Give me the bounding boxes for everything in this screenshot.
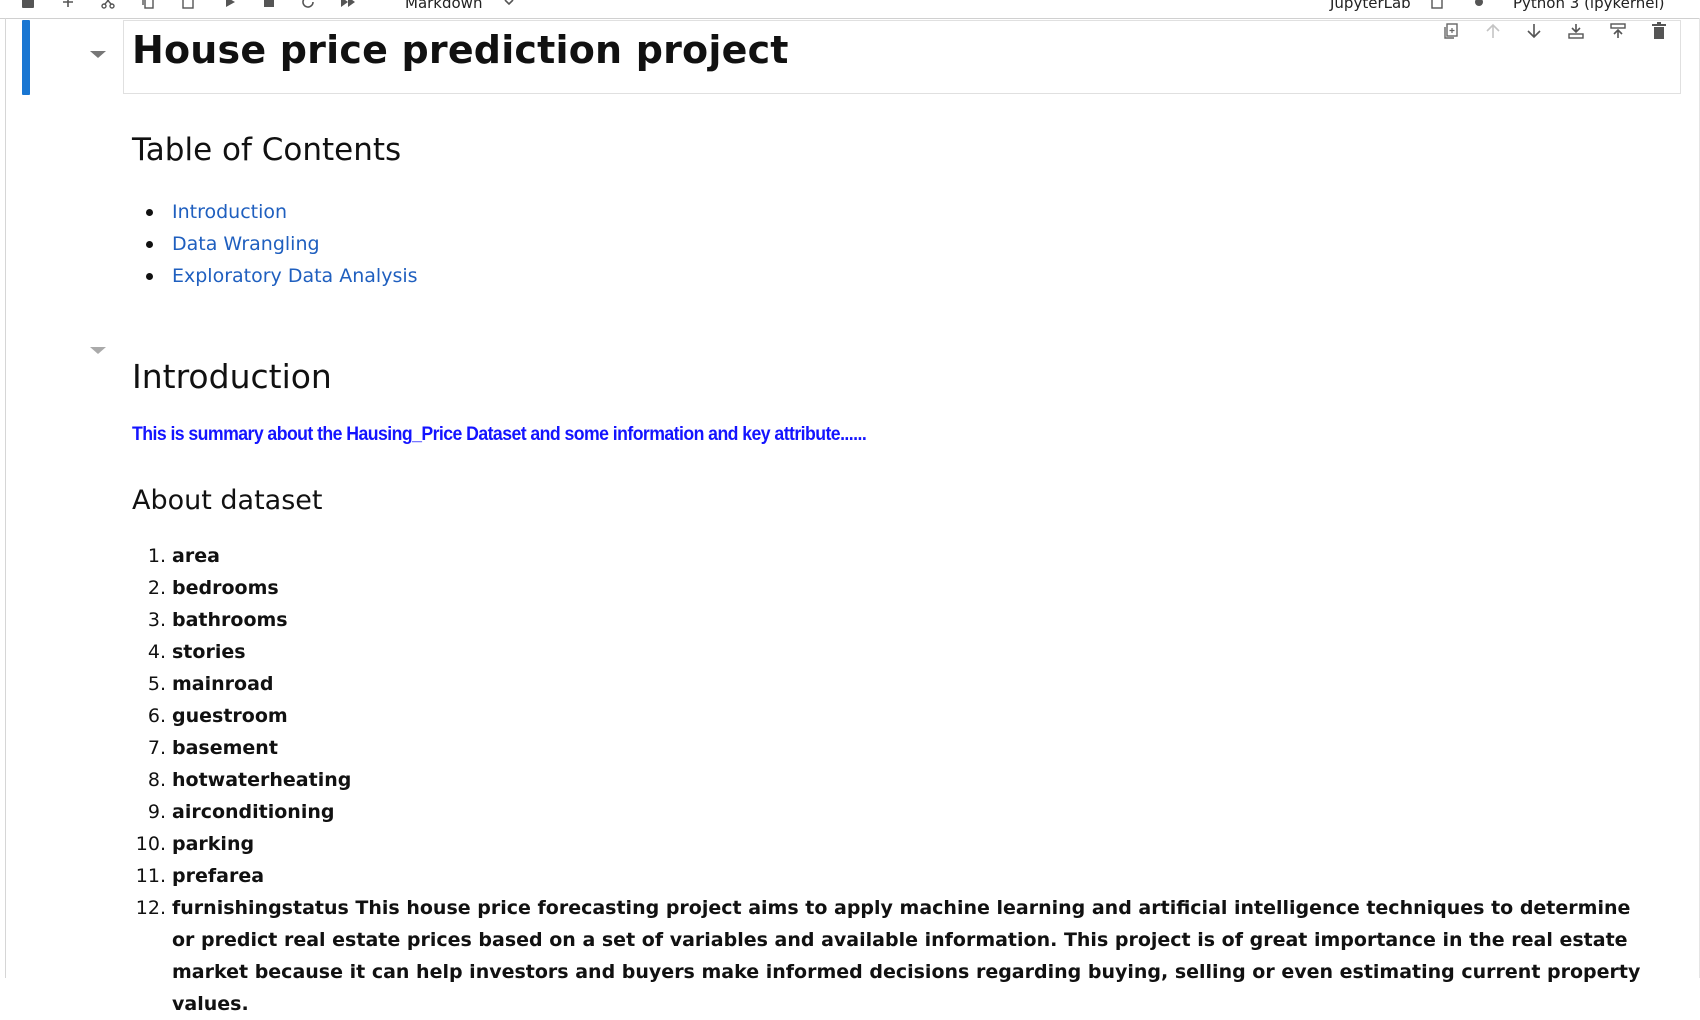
- insert-above-icon[interactable]: [1555, 18, 1597, 44]
- cell-type-select[interactable]: Markdown: [405, 0, 482, 12]
- run-icon[interactable]: [218, 0, 242, 14]
- attribute-label: airconditioning: [172, 801, 335, 823]
- chevron-down-icon[interactable]: [497, 0, 521, 14]
- list-item: 4. stories: [132, 636, 1642, 668]
- toc-link-eda[interactable]: Exploratory Data Analysis: [172, 265, 418, 287]
- list-number: 7.: [147, 737, 166, 759]
- copy-icon[interactable]: [136, 0, 160, 14]
- list-item: 6. guestroom: [132, 700, 1642, 732]
- list-item: 9. airconditioning: [132, 796, 1642, 828]
- toc-item: Exploratory Data Analysis: [132, 260, 418, 292]
- move-down-icon[interactable]: [1513, 18, 1555, 44]
- list-number: 6.: [147, 705, 166, 727]
- toc-link-introduction[interactable]: Introduction: [172, 201, 287, 223]
- list-number: 1.: [147, 545, 166, 567]
- list-number: 3.: [147, 609, 166, 631]
- paste-icon[interactable]: [176, 0, 200, 14]
- list-number: 2.: [147, 577, 166, 599]
- intro-summary: This is summary about the Hausing_Price …: [132, 424, 867, 445]
- list-number: 4.: [147, 641, 166, 663]
- toc-item: Introduction: [132, 196, 418, 228]
- list-number: 5.: [147, 673, 166, 695]
- settings-icon[interactable]: [1467, 0, 1491, 14]
- stop-icon[interactable]: [257, 0, 281, 14]
- attribute-label: basement: [172, 737, 278, 759]
- active-cell-indicator[interactable]: [22, 20, 30, 95]
- list-item: 3. bathrooms: [132, 604, 1642, 636]
- about-heading: About dataset: [132, 485, 323, 516]
- kernel-name[interactable]: Python 3 (ipykernel): [1513, 0, 1665, 12]
- insert-below-icon[interactable]: [1597, 18, 1639, 44]
- toc-link-data-wrangling[interactable]: Data Wrangling: [172, 233, 320, 255]
- list-number: 11.: [135, 865, 166, 887]
- list-item: 5. mainroad: [132, 668, 1642, 700]
- attribute-label: hotwaterheating: [172, 769, 352, 791]
- list-item: 7. basement: [132, 732, 1642, 764]
- attribute-label: area: [172, 545, 220, 567]
- list-number: 9.: [147, 801, 166, 823]
- move-up-icon[interactable]: [1472, 18, 1514, 44]
- attribute-label: mainroad: [172, 673, 274, 695]
- section-collapse-icon[interactable]: [90, 347, 106, 354]
- collapse-toggle-icon[interactable]: [90, 51, 106, 58]
- attribute-label: parking: [172, 833, 255, 855]
- page-left-border: [5, 18, 6, 978]
- attribute-label: stories: [172, 641, 246, 663]
- attribute-label: furnishingstatus This house price foreca…: [172, 897, 1641, 1015]
- toc-heading: Table of Contents: [132, 132, 402, 168]
- list-number: 10.: [135, 833, 166, 855]
- cell-toolbar: [1430, 18, 1680, 44]
- list-item: 12. furnishingstatus This house price for…: [132, 892, 1642, 1020]
- attribute-label: guestroom: [172, 705, 288, 727]
- duplicate-icon[interactable]: [1430, 18, 1472, 44]
- page-title: House price prediction project: [132, 28, 789, 72]
- list-item: 11. prefarea: [132, 860, 1642, 892]
- intro-heading: Introduction: [132, 357, 332, 396]
- list-item: 8. hotwaterheating: [132, 764, 1642, 796]
- restart-icon[interactable]: [296, 0, 320, 14]
- run-all-icon[interactable]: [336, 0, 360, 14]
- app-name-label[interactable]: JupyterLab: [1330, 0, 1411, 12]
- toc-item: Data Wrangling: [132, 228, 418, 260]
- list-item: 10. parking: [132, 828, 1642, 860]
- attribute-list: 1. area 2. bedrooms 3. bathrooms 4. stories …: [132, 540, 1642, 1020]
- list-number: 12.: [135, 897, 166, 919]
- list-item: 2. bedrooms: [132, 572, 1642, 604]
- toc-list: Introduction Data Wrangling Exploratory …: [132, 196, 418, 292]
- attribute-label: bathrooms: [172, 609, 288, 631]
- notebook-toolbar: Markdown JupyterLab Python 3 (ipykernel): [0, 0, 1700, 19]
- attribute-label: prefarea: [172, 865, 265, 887]
- list-number: 8.: [147, 769, 166, 791]
- attribute-label: bedrooms: [172, 577, 279, 599]
- cut-icon[interactable]: [96, 0, 120, 14]
- notebook-icon[interactable]: [1425, 0, 1449, 14]
- list-item: 1. area: [132, 540, 1642, 572]
- delete-icon[interactable]: [1638, 18, 1680, 44]
- save-icon[interactable]: [16, 0, 40, 14]
- add-cell-icon[interactable]: [56, 0, 80, 14]
